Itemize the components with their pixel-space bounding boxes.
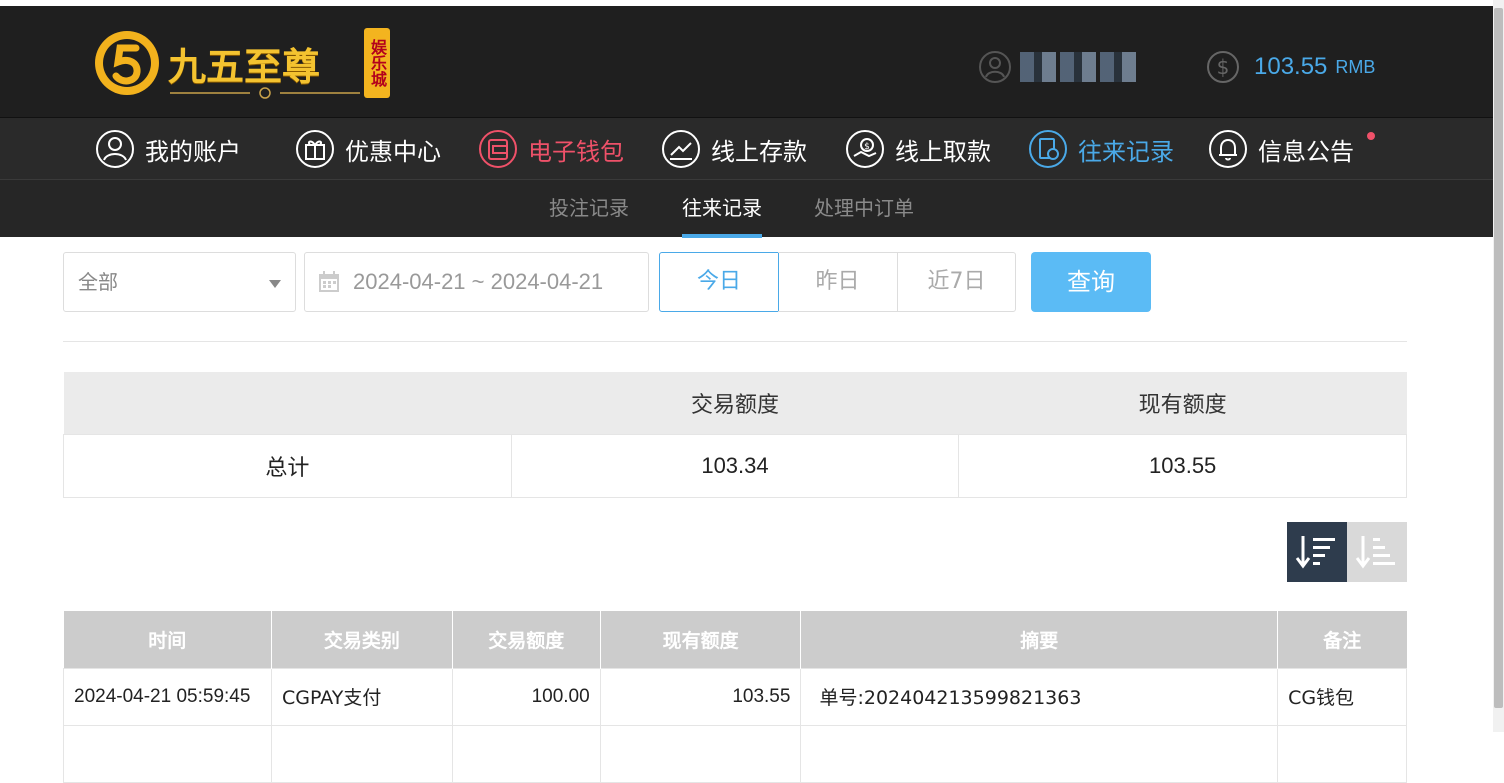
cell-amount: 100.00 [451,667,601,726]
col-type: 交易类别 [271,611,453,668]
nav-item-announcements[interactable]: 信息公告 [1208,118,1354,180]
cell-balance: 103.55 [599,667,802,726]
user-avatar-icon [979,51,1011,83]
username-redacted [1020,52,1140,82]
col-amount: 交易额度 [452,611,601,668]
col-balance: 现有额度 [600,611,802,668]
deposit-icon [662,130,700,168]
query-button[interactable]: 查询 [1031,252,1151,312]
logo-ornament [170,87,360,99]
bell-icon [1209,130,1247,168]
chevron-down-icon [269,280,281,288]
sort-descending-icon [1295,536,1335,569]
summary-header-blank [63,372,512,434]
balance-unit: RMB [1335,56,1376,77]
col-summary: 摘要 [800,611,1279,668]
sub-nav: 投注记录 往来记录 处理中订单 [0,179,1493,238]
page-scrollbar[interactable] [1493,0,1504,732]
summary-table: 交易额度 现有额度 总计 103.34 103.55 [63,372,1407,498]
nav-item-deposit[interactable]: 线上存款 [661,118,807,180]
scrollbar-thumb[interactable] [1494,8,1503,708]
records-icon [1029,130,1067,168]
brand-name: 九五至尊 [168,44,321,89]
gift-icon [296,130,334,168]
site-logo[interactable]: 九五至尊 娱乐城 [92,26,392,106]
date-range-input[interactable]: 2024-04-21 ~ 2024-04-21 [304,252,649,312]
nav-item-records[interactable]: 往来记录 [1028,118,1174,180]
table-row: 2024-04-21 05:59:45 CGPAY支付 100.00 103.5… [63,667,1407,726]
nav-item-promotions[interactable]: 优惠中心 [295,118,441,180]
summary-row: 总计 103.34 103.55 [63,433,1407,498]
summary-header-balance: 现有额度 [958,372,1407,434]
nav-item-wallet[interactable]: 电子钱包 [478,118,624,180]
tab-transaction-records[interactable]: 往来记录 [682,180,762,238]
tab-bet-records[interactable]: 投注记录 [549,180,629,238]
calendar-icon [319,271,339,292]
nav-item-withdraw[interactable]: $ 线上取款 [845,118,991,180]
logo-emblem-icon [95,31,159,95]
nav-item-account[interactable]: 我的账户 [95,118,241,180]
main-nav: 我的账户 优惠中心 电子钱包 线上存款 $ 线上取款 往来记录 信息公告 [0,117,1493,179]
tab-pending-orders[interactable]: 处理中订单 [814,180,914,238]
svg-text:$: $ [1217,55,1230,79]
sort-controls [1287,522,1407,582]
summary-total-amount: 103.34 [510,433,960,498]
cell-type: CGPAY支付 [270,667,453,726]
divider [63,341,1407,342]
cell-note: CG钱包 [1277,667,1407,726]
summary-header-amount: 交易额度 [511,372,959,434]
summary-total-label: 总计 [63,433,512,498]
type-select[interactable]: 全部 [63,252,296,312]
quick-today-button[interactable]: 今日 [659,252,779,312]
dollar-icon: $ [1207,51,1239,83]
sort-asc-button[interactable] [1347,522,1407,582]
user-icon [96,130,134,168]
cell-summary: 单号:20240421359982136​3 [800,667,1279,726]
summary-total-balance: 103.55 [958,433,1407,498]
col-time: 时间 [63,611,272,668]
cell-time: 2024-04-21 05:59:45 [63,667,272,726]
wallet-icon [479,130,517,168]
records-header-row: 时间 交易类别 交易额度 现有额度 摘要 备注 [63,611,1407,668]
brand-sub: 娱乐城 [364,28,390,98]
records-table: 时间 交易类别 交易额度 现有额度 摘要 备注 2024-04-21 05:59… [63,611,1407,783]
balance-value: 103.55 [1254,53,1328,80]
withdraw-icon: $ [846,130,884,168]
notification-dot [1367,132,1375,140]
site-header: 九五至尊 娱乐城 $ 103.55 RMB [0,6,1493,117]
user-info[interactable] [978,50,1140,84]
table-row-partial [63,724,1407,783]
sort-ascending-icon [1355,536,1395,569]
wallet-balance: $ 103.55 RMB [1206,50,1375,84]
svg-text:$: $ [864,142,870,152]
quick-7days-button[interactable]: 近7日 [897,252,1016,312]
quick-yesterday-button[interactable]: 昨日 [778,252,898,312]
sort-desc-button[interactable] [1287,522,1347,582]
col-note: 备注 [1277,611,1407,668]
